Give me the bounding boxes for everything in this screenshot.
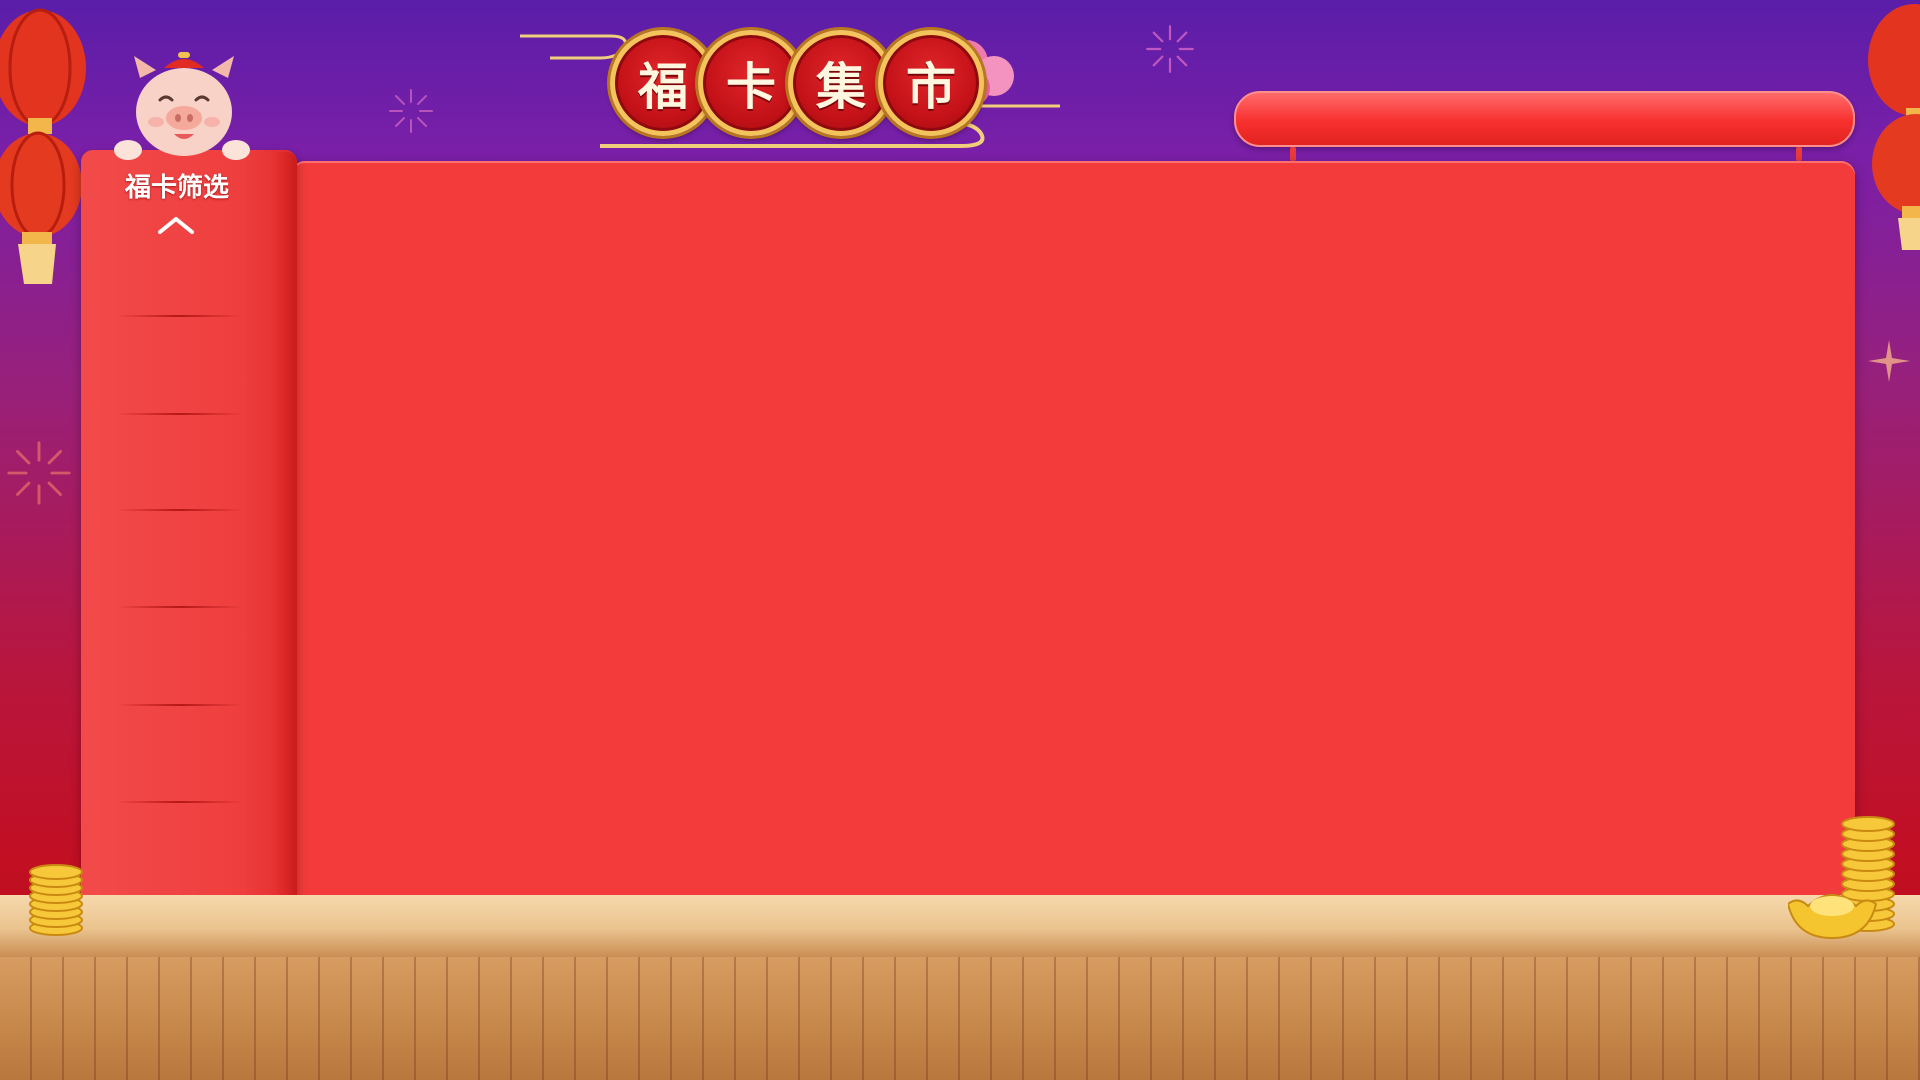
- wooden-floor: [0, 957, 1920, 1080]
- firework-decoration-2: [1146, 25, 1194, 73]
- filter-divider-3: [116, 509, 244, 511]
- filter-divider-6: [116, 801, 244, 803]
- card-grid-panel: [291, 161, 1855, 931]
- filter-panel: [81, 150, 297, 940]
- lantern-right-icon: [1868, 4, 1920, 250]
- title-banner: 福 卡 集 市: [520, 8, 1070, 158]
- sparkle-decoration: [1868, 340, 1910, 382]
- gold-coins-left-icon: [29, 864, 83, 936]
- top-bar[interactable]: [1234, 91, 1855, 147]
- gold-coins-right-icon: [1788, 816, 1895, 940]
- pig-mascot-icon: [114, 52, 250, 160]
- filter-divider-5: [116, 704, 244, 706]
- filter-panel-spine: [275, 152, 297, 938]
- filter-divider-1: [116, 315, 244, 317]
- firework-decoration-3: [7, 441, 71, 505]
- chevron-up-icon[interactable]: [158, 216, 194, 234]
- filter-divider-4: [116, 606, 244, 608]
- lantern-left-icon: [0, 8, 86, 284]
- wooden-shelf-ledge: [0, 895, 1920, 957]
- filter-divider-2: [116, 413, 244, 415]
- firework-decoration-1: [389, 89, 433, 133]
- title-character-4: 市: [878, 30, 984, 136]
- filter-title: 福卡筛选: [124, 173, 229, 203]
- top-bar-post-left: [1290, 147, 1296, 161]
- top-bar-post-right: [1796, 147, 1802, 161]
